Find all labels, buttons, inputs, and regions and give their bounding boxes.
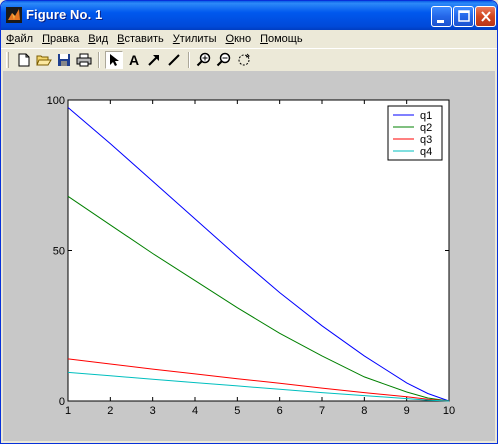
print-button[interactable] [75, 51, 93, 69]
legend-box [387, 105, 443, 161]
select-arrow-button[interactable] [105, 51, 123, 69]
x-tick-label: 6 [277, 405, 283, 417]
pointer-arrow-icon [110, 54, 119, 66]
menu-edit[interactable]: Правка [42, 33, 79, 45]
x-tick-label: 7 [319, 405, 325, 417]
insert-text-button[interactable]: A [125, 51, 143, 69]
toolbar-separator [188, 52, 190, 68]
diagonal-arrow-icon [148, 55, 159, 66]
y-tick-label: 0 [59, 396, 65, 408]
text-tool-label: A [128, 52, 140, 68]
matlab-icon [6, 7, 22, 23]
maximize-button[interactable] [453, 6, 474, 27]
menu-file[interactable]: Файл [6, 33, 33, 45]
new-figure-button[interactable] [15, 51, 33, 69]
close-button[interactable] [475, 6, 496, 27]
y-tick-label: 50 [53, 246, 65, 258]
menu-help[interactable]: Помощь [260, 33, 303, 45]
x-tick-label: 2 [107, 405, 113, 417]
rotate-icon [238, 53, 250, 66]
figure-window: Figure No. 1 Файл Правка Вид Вставить Ут… [0, 0, 498, 444]
toolbar-grip[interactable] [6, 52, 9, 68]
minimize-button[interactable] [431, 6, 452, 27]
menu-window[interactable]: Окно [226, 33, 252, 45]
menu-view[interactable]: Вид [88, 33, 108, 45]
save-button[interactable] [55, 51, 73, 69]
line-icon [168, 54, 180, 66]
x-tick-label: 4 [192, 405, 198, 417]
open-file-button[interactable] [35, 51, 53, 69]
printer-icon [76, 53, 92, 67]
x-tick-label: 3 [150, 405, 156, 417]
window-title: Figure No. 1 [26, 7, 103, 22]
save-disk-icon [58, 54, 70, 66]
close-icon [481, 11, 491, 22]
toolbar-separator [98, 52, 100, 68]
x-tick-label: 9 [404, 405, 410, 417]
open-folder-icon [36, 55, 52, 66]
line-chart: 1 2 3 4 5 6 7 8 9 10050100q1q2q3q4 [47, 95, 455, 417]
figure-area: 1 2 3 4 5 6 7 8 9 10 0 50 100 q1 q2 q3 q4 [3, 71, 495, 441]
toolbar: A [1, 48, 497, 70]
x-tick-label: 5 [234, 405, 240, 417]
x-tick-label: 8 [361, 405, 367, 417]
legend-label-q1: q1 [420, 110, 432, 122]
x-tick-label: 1 [65, 405, 71, 417]
insert-line-button[interactable] [165, 51, 183, 69]
zoom-out-icon [216, 52, 231, 67]
legend-label-q2: q2 [420, 122, 432, 134]
menu-insert[interactable]: Вставить [117, 33, 164, 45]
zoom-out-button[interactable] [215, 51, 233, 69]
x-tick-label: 10 [443, 405, 455, 417]
legend-label-q3: q3 [420, 134, 432, 146]
menu-bar: Файл Правка Вид Вставить Утилиты Окно По… [1, 30, 497, 48]
insert-arrow-button[interactable] [145, 51, 163, 69]
zoom-in-icon [196, 52, 211, 67]
menu-tools[interactable]: Утилиты [173, 33, 217, 45]
title-bar[interactable]: Figure No. 1 [1, 1, 497, 30]
new-document-icon [18, 53, 30, 67]
legend-label-q4: q4 [420, 146, 432, 158]
rotate-3d-button[interactable] [235, 51, 253, 69]
y-tick-label: 100 [47, 95, 65, 107]
maximize-icon [458, 10, 470, 22]
zoom-in-button[interactable] [195, 51, 213, 69]
minimize-icon [437, 20, 444, 23]
